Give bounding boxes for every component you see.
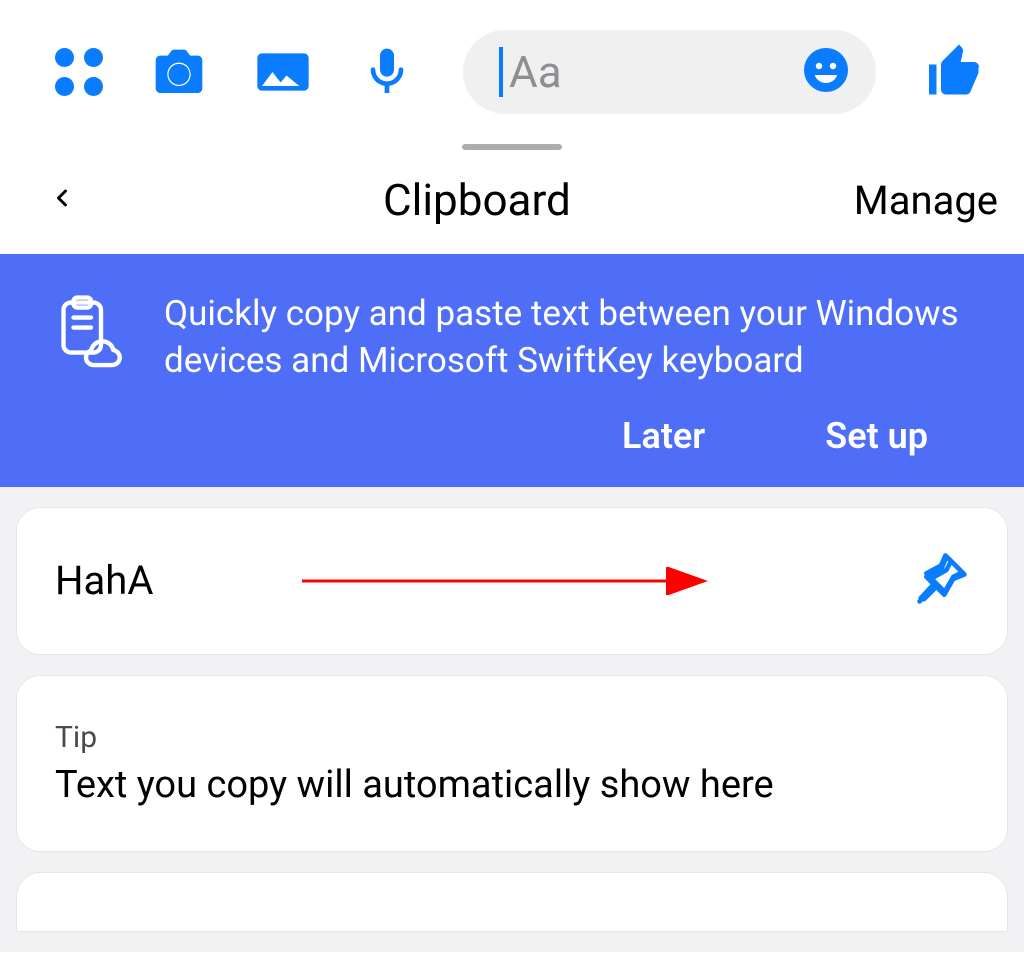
clipboard-title: Clipboard	[100, 174, 854, 226]
gallery-icon[interactable]	[255, 44, 311, 100]
manage-button[interactable]: Manage	[854, 177, 998, 224]
clipboard-list: HahA Tip Text you copy will automaticall…	[0, 487, 1024, 952]
pin-icon[interactable]	[915, 552, 969, 610]
tip-card[interactable]: Tip Text you copy will automatically sho…	[16, 675, 1008, 852]
apps-icon[interactable]	[55, 48, 103, 96]
clipboard-item-text: HahA	[55, 557, 915, 604]
sync-banner: Quickly copy and paste text between your…	[0, 254, 1024, 487]
messenger-compose-bar: Aa	[0, 0, 1024, 144]
tip-text: Text you copy will automatically show he…	[55, 763, 969, 807]
sync-banner-text: Quickly copy and paste text between your…	[164, 290, 978, 385]
text-cursor	[499, 47, 503, 97]
message-input-placeholder: Aa	[509, 46, 562, 98]
clipboard-cloud-icon	[46, 290, 126, 374]
back-icon[interactable]	[36, 170, 88, 230]
emoji-picker-icon[interactable]	[802, 46, 850, 98]
tip-label: Tip	[55, 720, 969, 755]
camera-icon[interactable]	[151, 44, 207, 100]
drag-handle[interactable]	[462, 144, 562, 150]
clipboard-header: Clipboard Manage	[0, 158, 1024, 254]
thumbs-up-icon[interactable]	[924, 42, 984, 102]
setup-button[interactable]: Set up	[825, 415, 928, 457]
microphone-icon[interactable]	[359, 44, 415, 100]
clipboard-item[interactable]: HahA	[16, 507, 1008, 655]
later-button[interactable]: Later	[622, 415, 705, 457]
tip-card-peek[interactable]	[16, 872, 1008, 932]
message-input[interactable]: Aa	[463, 30, 876, 114]
